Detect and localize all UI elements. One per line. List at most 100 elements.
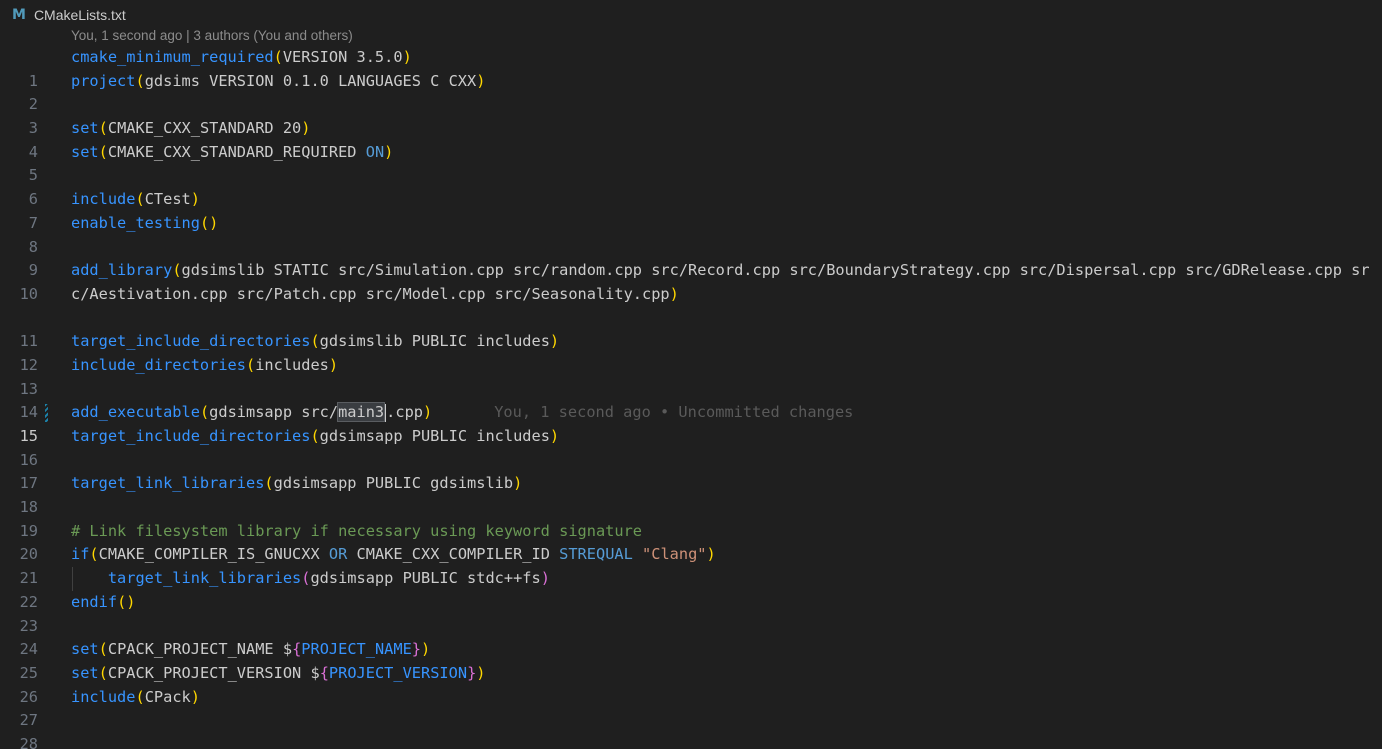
command-token: enable_testing	[71, 213, 200, 232]
code-line[interactable]: 23 endif()	[0, 591, 1382, 635]
paren-token: )	[513, 474, 523, 493]
paren-token: (	[245, 355, 256, 374]
argument-token: CMAKE_CXX_STANDARD 20	[107, 119, 302, 138]
command-token: set	[71, 663, 99, 682]
code-line[interactable]: 25 set(CPACK_PROJECT_NAME ${PROJECT_NAME…	[0, 638, 1382, 682]
line-content[interactable]: include(CTest)	[71, 188, 1376, 212]
argument-token: gdsimslib STATIC src/Simulation.cpp src/…	[71, 261, 1370, 303]
paren-token: (	[199, 213, 210, 232]
line-content[interactable]: target_link_libraries(gdsimsapp PUBLIC g…	[71, 472, 1376, 496]
command-token: set	[71, 640, 99, 659]
paren-token: (	[199, 403, 210, 422]
paren-token: )	[706, 545, 716, 564]
brace-token: {	[319, 663, 329, 682]
file-name[interactable]: CMakeLists.txt	[34, 7, 126, 23]
paren-token: (	[98, 119, 108, 138]
code-line[interactable]: 10 add_library(gdsimslib STATIC src/Simu…	[0, 259, 1382, 306]
code-line[interactable]: 19	[0, 496, 1382, 540]
command-token: include	[71, 190, 136, 209]
code-line[interactable]: 18 target_link_libraries(gdsimsapp PUBLI…	[0, 472, 1382, 516]
code-lines[interactable]: 1 cmake_minimum_required(VERSION 3.5.0) …	[0, 46, 1382, 749]
line-content[interactable]: include_directories(includes)	[71, 354, 1376, 378]
line-content[interactable]: endif()	[71, 591, 1376, 615]
code-line[interactable]: 12 target_include_directories(gdsimslib …	[0, 330, 1382, 374]
command-token: include	[71, 687, 136, 706]
code-line[interactable]: 27 include(CPack)	[0, 686, 1382, 730]
argument-token: gdsimsapp PUBLIC includes	[319, 427, 550, 446]
code-line[interactable]: 2 project(gdsims VERSION 0.1.0 LANGUAGES…	[0, 70, 1382, 114]
code-line[interactable]: 24	[0, 615, 1382, 658]
selected-text[interactable]: main3	[337, 402, 386, 423]
paren-token: )	[549, 427, 560, 446]
modified-line-indicator[interactable]	[45, 404, 48, 423]
command-token: endif	[71, 592, 118, 611]
code-line[interactable]: 5 set(CMAKE_CXX_STANDARD_REQUIRED ON)	[0, 141, 1382, 185]
command-token: add_library	[71, 261, 173, 280]
argument-token: CPACK_PROJECT_VERSION $	[107, 663, 320, 682]
line-content[interactable]: target_include_directories(gdsimslib PUB…	[71, 330, 1376, 354]
line-content[interactable]: if(CMAKE_COMPILER_IS_GNUCXX OR CMAKE_CXX…	[71, 543, 1376, 567]
paren-token: )	[421, 640, 431, 659]
line-content[interactable]: target_link_libraries(gdsimsapp PUBLIC s…	[71, 567, 1376, 591]
argument-token: includes	[255, 355, 329, 374]
line-content[interactable]: set(CPACK_PROJECT_VERSION ${PROJECT_VERS…	[71, 662, 1376, 686]
code-line[interactable]: 11	[0, 307, 1382, 350]
line-content[interactable]: cmake_minimum_required(VERSION 3.5.0)	[71, 46, 1376, 70]
line-content[interactable]: include(CPack)	[71, 686, 1376, 710]
code-line[interactable]: 6	[0, 164, 1382, 208]
argument-token: VERSION 3.5.0	[282, 48, 403, 66]
line-content[interactable]: set(CPACK_PROJECT_NAME ${PROJECT_NAME})	[71, 638, 1376, 662]
line-content[interactable]: add_library(gdsimslib STATIC src/Simulat…	[71, 259, 1376, 306]
line-content[interactable]: # Link filesystem library if necessary u…	[71, 520, 1376, 544]
argument-token: CMAKE_COMPILER_IS_GNUCXX	[98, 545, 329, 564]
argument-token: .cpp	[386, 403, 423, 422]
code-line[interactable]: 28	[0, 709, 1382, 749]
code-line[interactable]: 13 include_directories(includes)	[0, 354, 1382, 398]
command-token: target_link_libraries	[71, 474, 265, 493]
line-content[interactable]: set(CMAKE_CXX_STANDARD_REQUIRED ON)	[71, 141, 1376, 165]
blame-codelens[interactable]: You, 1 second ago | 3 authors (You and o…	[71, 28, 353, 43]
code-line[interactable]: 14	[0, 378, 1382, 421]
code-line[interactable]: 7 include(CTest)	[0, 188, 1382, 232]
code-line[interactable]: 20 # Link filesystem library if necessar…	[0, 520, 1382, 564]
code-line[interactable]: 1 cmake_minimum_required(VERSION 3.5.0)	[0, 46, 1382, 90]
inline-blame-annotation[interactable]: You, 1 second ago • Uncommitted changes	[494, 403, 853, 421]
command-token: set	[71, 119, 99, 138]
argument-token: gdsims VERSION 0.1.0 LANGUAGES C CXX	[144, 71, 477, 90]
code-line[interactable]: 17	[0, 449, 1382, 492]
line-content[interactable]: add_executable(gdsimsapp src/main3 .cpp) Y…	[71, 401, 1376, 425]
line-content[interactable]: enable_testing()	[71, 212, 1376, 236]
code-line-active[interactable]: 15 add_executable(gdsimsapp src/main3 .cp…	[0, 401, 1382, 445]
line-content[interactable]: project(gdsims VERSION 0.1.0 LANGUAGES C…	[71, 70, 1376, 94]
comment-token: # Link filesystem library if necessary u…	[71, 521, 642, 540]
command-token: if	[71, 545, 90, 564]
paren-token: )	[669, 284, 679, 303]
string-token: "Clang"	[642, 545, 707, 564]
paren-token: )	[476, 71, 486, 90]
paren-token: (	[273, 48, 283, 66]
code-editor[interactable]: M CMakeLists.txt You, 1 second ago | 3 a…	[0, 0, 1382, 749]
paren-token: (	[135, 190, 145, 209]
file-breadcrumb[interactable]: M CMakeLists.txt	[12, 4, 126, 26]
code-line[interactable]: 8 enable_testing()	[0, 212, 1382, 256]
argument-token: gdsimsapp PUBLIC stdc++fs	[310, 569, 541, 588]
argument-token: CMAKE_CXX_COMPILER_ID	[347, 545, 560, 564]
line-content[interactable]: set(CMAKE_CXX_STANDARD 20)	[71, 117, 1376, 141]
command-token: project	[71, 71, 136, 90]
line-content[interactable]: target_include_directories(gdsimsapp PUB…	[71, 425, 1376, 449]
code-line[interactable]: 16 target_include_directories(gdsimsapp …	[0, 425, 1382, 469]
keyword-token: OR	[328, 545, 348, 564]
argument-token: CTest	[144, 190, 191, 209]
cmake-icon: M	[12, 7, 26, 23]
command-token: set	[71, 142, 99, 161]
code-line[interactable]: 3	[0, 93, 1382, 137]
paren-token: )	[476, 663, 486, 682]
code-line[interactable]: 9	[0, 236, 1382, 279]
keyword-token: ON	[365, 142, 385, 161]
code-line[interactable]: 26 set(CPACK_PROJECT_VERSION ${PROJECT_V…	[0, 662, 1382, 706]
code-line[interactable]: 4 set(CMAKE_CXX_STANDARD 20)	[0, 117, 1382, 161]
code-line[interactable]: 21 if(CMAKE_COMPILER_IS_GNUCXX OR CMAKE_…	[0, 543, 1382, 587]
code-line[interactable]: 22 target_link_libraries(gdsimsapp PUBLI…	[0, 567, 1382, 611]
argument-token: gdsimsapp src/	[209, 403, 339, 422]
